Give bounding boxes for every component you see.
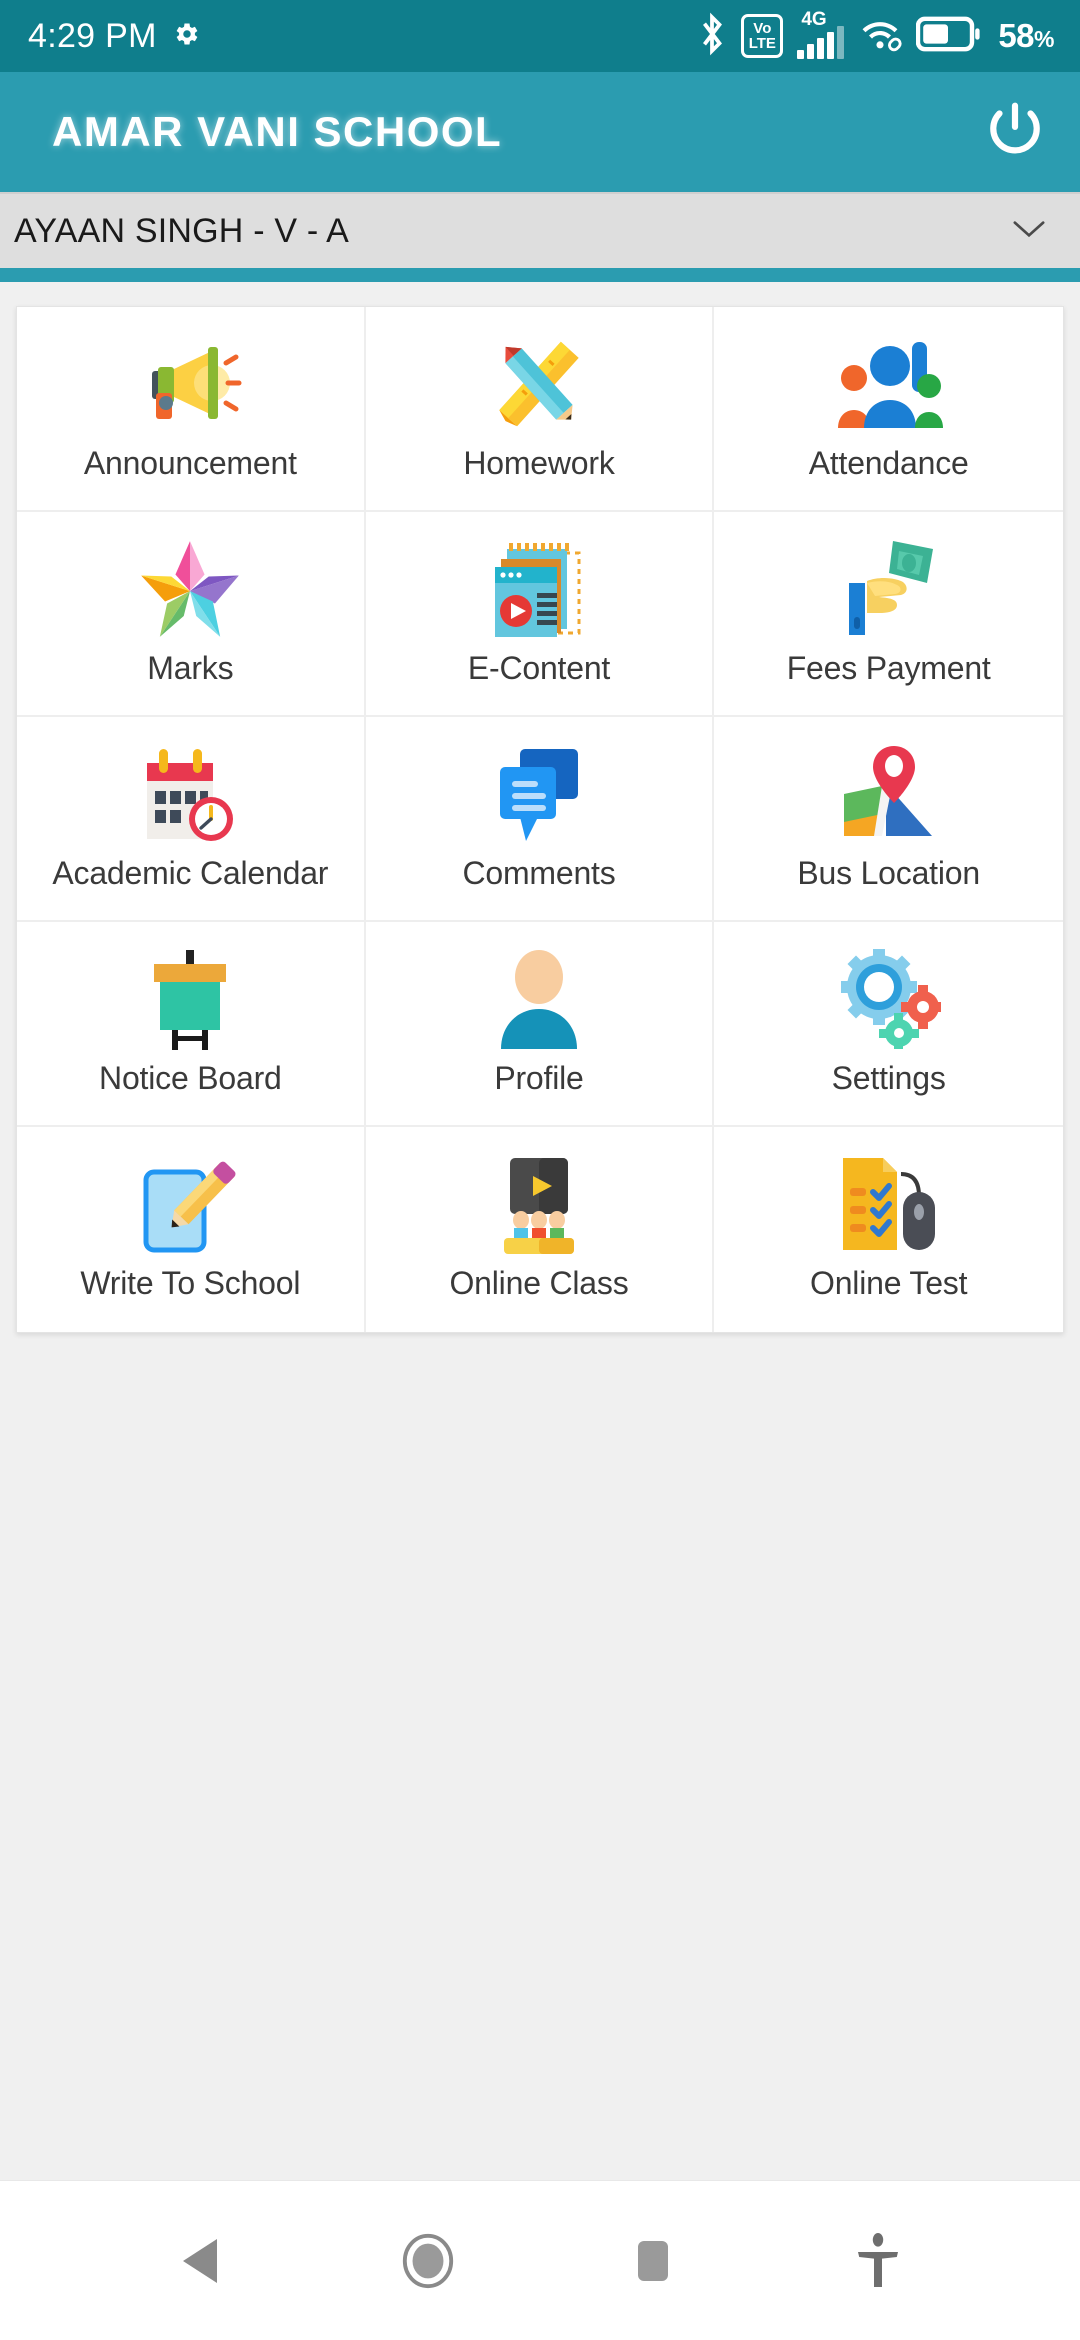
app-bar: AMAR VANI SCHOOL (0, 72, 1080, 192)
hand-money-icon (829, 534, 949, 644)
status-bar-left: 4:29 PM (28, 17, 201, 56)
online-class-icon (479, 1149, 599, 1259)
notice-board-icon (130, 944, 250, 1054)
power-icon[interactable] (984, 99, 1046, 166)
tile-label: Marks (147, 650, 234, 686)
tile-comments[interactable]: Comments (365, 717, 715, 922)
tile-label: E-Content (467, 650, 611, 686)
tile-bus-location[interactable]: Bus Location (714, 717, 1063, 922)
tile-profile[interactable]: Profile (365, 922, 715, 1127)
gears-icon (829, 944, 949, 1054)
tile-label: Write To School (80, 1265, 301, 1301)
selector-divider (0, 268, 1080, 282)
media-documents-icon (479, 534, 599, 644)
chevron-down-icon (1012, 218, 1046, 245)
people-raised-hand-icon (829, 329, 949, 439)
calendar-clock-icon (130, 739, 250, 849)
selected-student-label: AYAAN SINGH - V - A (14, 211, 350, 250)
tile-label: Profile (494, 1060, 584, 1096)
tile-e-content[interactable]: E-Content (365, 512, 715, 717)
tile-marks[interactable]: Marks (17, 512, 366, 717)
wifi-icon (858, 16, 902, 57)
tile-label: Homework (463, 445, 615, 481)
tile-fees-payment[interactable]: Fees Payment (714, 512, 1063, 717)
write-pencil-icon (130, 1149, 250, 1259)
tile-label: Online Class (449, 1265, 629, 1301)
status-bar-right: Vo LTE 4G 58% (697, 9, 1054, 62)
menu-grid: Announcement Homework Attendance Marks E… (16, 306, 1064, 1333)
tile-notice-board[interactable]: Notice Board (17, 922, 366, 1127)
tile-label: Announcement (83, 445, 297, 481)
map-pin-icon (829, 739, 949, 849)
battery-percent: 58% (998, 17, 1054, 54)
megaphone-icon (130, 329, 250, 439)
tile-attendance[interactable]: Attendance (714, 307, 1063, 512)
app-title: AMAR VANI SCHOOL (52, 108, 503, 155)
speech-bubbles-icon (479, 739, 599, 849)
student-selector-dropdown[interactable]: AYAAN SINGH - V - A (0, 192, 1080, 268)
tile-online-test[interactable]: Online Test (714, 1127, 1063, 1332)
android-nav-bar (0, 2180, 1080, 2340)
tile-label: Attendance (808, 445, 969, 481)
tile-settings[interactable]: Settings (714, 922, 1063, 1127)
recents-square-icon[interactable] (598, 2206, 708, 2316)
star-icon (130, 534, 250, 644)
volte-icon: Vo LTE (741, 14, 784, 58)
tile-homework[interactable]: Homework (365, 307, 715, 512)
status-time: 4:29 PM (28, 16, 157, 55)
accessibility-icon[interactable] (823, 2206, 933, 2316)
tile-label: Settings (831, 1060, 946, 1096)
tile-online-class[interactable]: Online Class (365, 1127, 715, 1332)
person-avatar-icon (479, 944, 599, 1054)
tile-label: Fees Payment (786, 650, 991, 686)
tile-write-to-school[interactable]: Write To School (17, 1127, 366, 1332)
checklist-mouse-icon (829, 1149, 949, 1259)
cellular-signal-icon: 4G (797, 9, 845, 59)
tile-label: Comments (462, 855, 616, 891)
tile-label: Online Test (810, 1265, 968, 1301)
tile-announcement[interactable]: Announcement (17, 307, 366, 512)
main-content: Announcement Homework Attendance Marks E… (0, 282, 1080, 2180)
back-triangle-icon[interactable] (148, 2206, 258, 2316)
phone-screen: 4:29 PM Vo LTE 4G 58% AMAR VANI SCHOOL A… (0, 0, 1080, 2340)
tile-label: Academic Calendar (52, 855, 329, 891)
home-circle-icon[interactable] (373, 2206, 483, 2316)
battery-icon (916, 16, 980, 57)
tile-academic-calendar[interactable]: Academic Calendar (17, 717, 366, 922)
bluetooth-icon (697, 11, 727, 62)
pencil-ruler-icon (479, 329, 599, 439)
status-bar: 4:29 PM Vo LTE 4G 58% (0, 0, 1080, 72)
gear-icon (171, 19, 201, 54)
tile-label: Bus Location (797, 855, 980, 891)
tile-label: Notice Board (99, 1060, 282, 1096)
